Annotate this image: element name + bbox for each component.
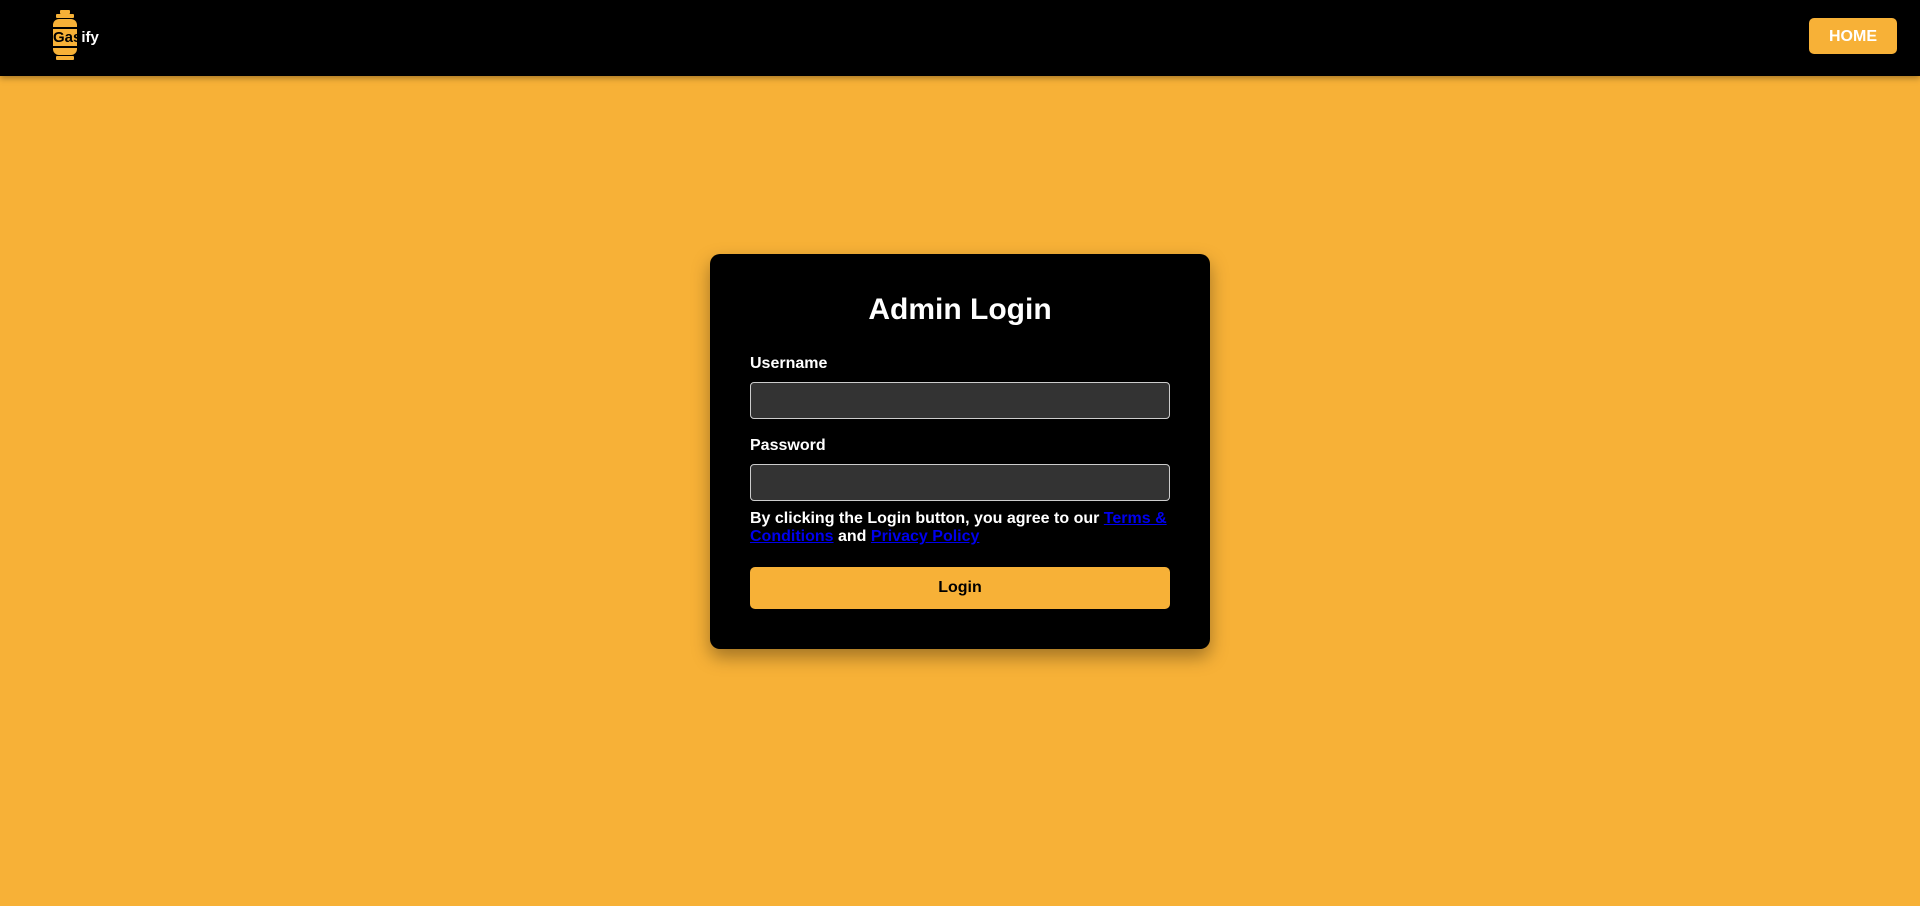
username-label: Username <box>750 355 828 372</box>
terms-prefix-text: By clicking the Login button, you agree … <box>750 510 1104 527</box>
password-label: Password <box>750 437 826 454</box>
logo-text-gas: Gas <box>53 29 82 46</box>
admin-login-card: Admin Login Username Password By clickin… <box>710 254 1210 649</box>
logo-text-ify: ify <box>81 29 99 46</box>
terms-notice: By clicking the Login button, you agree … <box>750 510 1175 546</box>
page-title: Admin Login <box>868 293 1052 326</box>
username-input[interactable] <box>750 382 1170 419</box>
logo-text: Gasify <box>53 29 99 46</box>
terms-middle-text: and <box>833 528 871 545</box>
password-input[interactable] <box>750 464 1170 501</box>
home-button[interactable]: HOME <box>1809 18 1897 54</box>
navbar: Gasify HOME <box>0 0 1920 76</box>
privacy-policy-link[interactable]: Privacy Policy <box>871 528 980 545</box>
logo[interactable]: Gasify <box>50 10 110 62</box>
login-button[interactable]: Login <box>750 567 1170 609</box>
